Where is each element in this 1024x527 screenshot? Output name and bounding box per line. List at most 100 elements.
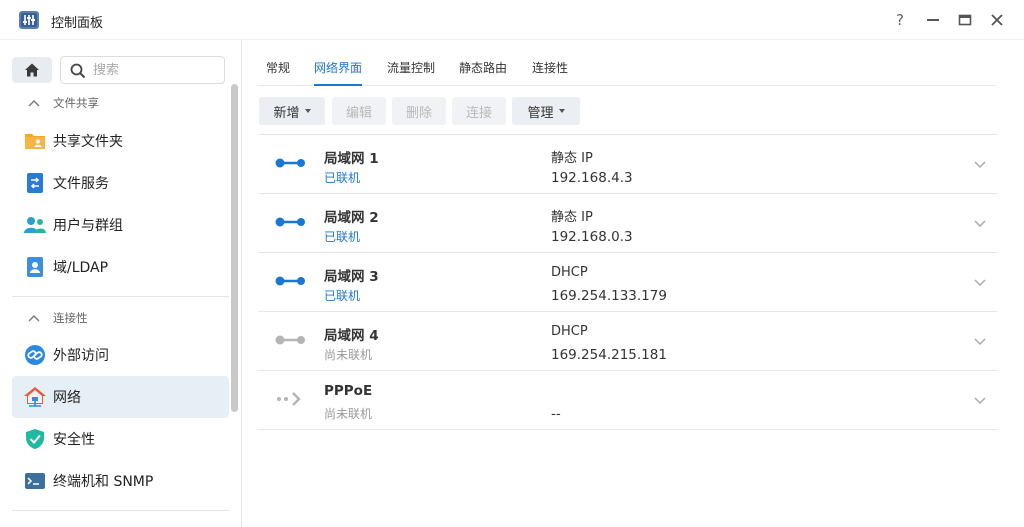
sidebar-item-label: 安全性 [53,432,95,448]
sidebar-item-terminal-snmp[interactable]: 终端机和 SNMP [12,460,229,502]
main-panel: 常规 网络界面 流量控制 静态路由 连接性 新增 编辑 删除 连接 管理 局域网… [243,40,1024,527]
sidebar-scrollbar[interactable] [231,84,238,412]
interface-ip: 169.254.133.179 [551,288,667,304]
interface-row-lan4[interactable]: 局域网 4 尚未联机 DHCP 169.254.215.181 [258,312,997,371]
shared-folder-icon [23,129,47,153]
manage-dropdown-button[interactable]: 管理 [512,97,580,125]
interface-type: DHCP [551,265,588,280]
search-box [60,56,225,84]
section-file-sharing[interactable]: 文件共享 [28,93,99,113]
sidebar-divider [12,510,229,511]
home-button[interactable] [12,57,52,83]
interface-ip: -- [551,406,561,422]
sidebar-item-external-access[interactable]: 外部访问 [12,334,229,376]
sidebar-item-shared-folder[interactable]: 共享文件夹 [12,120,229,162]
interface-list: 局域网 1 已联机 静态 IP 192.168.4.3 局域网 2 已联机 静态… [258,135,997,430]
sidebar-item-network[interactable]: 网络 [12,376,229,418]
sidebar-divider [12,296,229,297]
interface-status: 已联机 [324,289,361,303]
section-connectivity[interactable]: 连接性 [28,308,88,328]
sidebar-item-security[interactable]: 安全性 [12,418,229,460]
title-bar: 控制面板 ? [0,0,1024,40]
interface-type: 静态 IP [551,210,593,225]
user-group-icon [23,213,47,237]
tab-network-interface[interactable]: 网络界面 [314,59,363,86]
help-button[interactable]: ? [890,10,910,30]
minimize-icon [927,19,939,21]
maximize-icon [958,14,972,26]
sidebar-item-label: 共享文件夹 [53,134,123,150]
ethernet-connected-icon [275,158,305,168]
interface-ip: 169.254.215.181 [551,347,667,363]
chevron-down-icon[interactable] [972,156,988,172]
section-label: 文件共享 [53,96,99,110]
sidebar-item-user-group[interactable]: 用户与群组 [12,204,229,246]
sidebar-item-label: 域/LDAP [53,260,109,276]
chevron-up-icon [28,314,42,322]
security-shield-icon [23,427,47,451]
ethernet-disconnected-icon [275,335,305,345]
edit-button[interactable]: 编辑 [332,97,386,125]
interface-name: 局域网 4 [324,328,379,344]
window-title: 控制面板 [51,16,104,31]
tab-general[interactable]: 常规 [266,59,290,86]
sidebar-item-label: 用户与群组 [53,218,123,234]
interface-ip: 192.168.0.3 [551,229,633,245]
sidebar-item-label: 网络 [53,390,81,406]
interface-row-lan3[interactable]: 局域网 3 已联机 DHCP 169.254.133.179 [258,253,997,312]
chevron-down-icon[interactable] [972,274,988,290]
chevron-down-icon[interactable] [972,333,988,349]
maximize-button[interactable] [955,10,975,30]
domain-ldap-icon [23,255,47,279]
interface-name: PPPoE [324,383,373,399]
pppoe-icon [277,392,301,406]
interface-status: 已联机 [324,230,361,244]
control-panel-app-icon [18,9,40,31]
external-access-icon [23,343,47,367]
control-panel-window: 控制面板 ? 文件共享 [0,0,1024,527]
sidebar-item-label: 文件服务 [53,176,109,192]
sidebar-item-domain-ldap[interactable]: 域/LDAP [12,246,229,288]
interface-name: 局域网 2 [324,210,379,226]
tab-static-route[interactable]: 静态路由 [459,59,507,86]
search-icon [70,63,86,79]
close-icon [991,14,1003,26]
home-icon [25,63,39,77]
caret-down-icon [304,109,311,113]
caret-down-icon [558,109,565,113]
interface-type: DHCP [551,324,588,339]
interface-row-lan1[interactable]: 局域网 1 已联机 静态 IP 192.168.4.3 [258,135,997,194]
manage-label: 管理 [527,105,554,121]
chevron-up-icon [28,99,42,107]
terminal-icon [23,469,47,493]
close-button[interactable] [987,10,1007,30]
interface-status: 尚未联机 [324,348,373,362]
tab-connectivity[interactable]: 连接性 [532,59,568,86]
delete-button[interactable]: 删除 [392,97,446,125]
sidebar-item-label: 外部访问 [53,348,109,364]
chevron-down-icon[interactable] [972,215,988,231]
interface-ip: 192.168.4.3 [551,170,633,186]
chevron-down-icon[interactable] [972,392,988,408]
connect-button[interactable]: 连接 [452,97,506,125]
sidebar-item-label: 终端机和 SNMP [53,474,154,490]
interface-row-lan2[interactable]: 局域网 2 已联机 静态 IP 192.168.0.3 [258,194,997,253]
interface-name: 局域网 3 [324,269,379,285]
ethernet-connected-icon [275,217,305,227]
interface-status: 尚未联机 [324,407,373,421]
section-label: 连接性 [53,311,88,325]
tab-bar: 常规 网络界面 流量控制 静态路由 连接性 [258,40,996,86]
interface-name: 局域网 1 [324,151,379,167]
create-label: 新增 [273,105,300,121]
interface-row-pppoe[interactable]: PPPoE 尚未联机 -- [258,371,997,430]
minimize-button[interactable] [923,10,943,30]
interface-type: 静态 IP [551,151,593,166]
sidebar: 文件共享 共享文件夹 文件服务 [0,40,242,527]
ethernet-connected-icon [275,276,305,286]
create-dropdown-button[interactable]: 新增 [259,97,325,125]
file-services-icon [23,171,47,195]
tab-traffic-control[interactable]: 流量控制 [387,59,435,86]
sidebar-item-file-services[interactable]: 文件服务 [12,162,229,204]
search-input[interactable] [93,61,218,79]
network-icon [23,385,47,409]
